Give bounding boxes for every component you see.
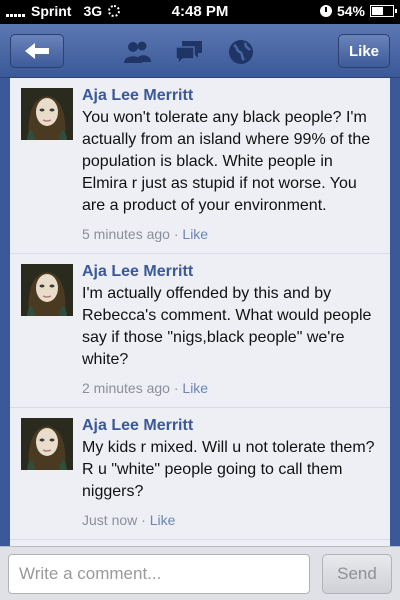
send-button[interactable]: Send	[322, 554, 392, 594]
comment-meta: 5 minutes ago · Like	[82, 226, 209, 242]
comment-like-link[interactable]: Like	[150, 512, 176, 528]
comment-author[interactable]: Aja Lee Merritt	[82, 416, 380, 436]
battery-icon	[370, 5, 397, 17]
comment-like-link[interactable]: Like	[182, 226, 208, 242]
comment-like-link[interactable]: Like	[182, 380, 208, 396]
messages-icon[interactable]	[174, 38, 204, 66]
comment-text: I'm actually offended by this and by Reb…	[82, 285, 372, 368]
comment-author[interactable]: Aja Lee Merritt	[82, 86, 380, 106]
like-button[interactable]: Like	[338, 34, 390, 68]
nav-bar: Like	[0, 24, 400, 78]
avatar[interactable]	[21, 264, 73, 316]
avatar[interactable]	[21, 418, 73, 470]
comment-item: Aja Lee Merritt I'm actually offended by…	[10, 254, 390, 408]
comment-author[interactable]: Aja Lee Merritt	[82, 262, 380, 282]
comment-timestamp: 2 minutes ago	[82, 380, 170, 396]
battery-percent: 54%	[336, 3, 365, 19]
comment-timestamp: 5 minutes ago	[82, 226, 170, 242]
back-arrow-icon	[25, 43, 49, 59]
comments-list: Aja Lee Merritt You won't tolerate any b…	[10, 78, 390, 546]
comment-item: Aja Lee Merritt My kids r mixed. Will u …	[10, 408, 390, 540]
comment-text: You won't tolerate any black people? I'm…	[82, 109, 371, 214]
globe-icon[interactable]	[226, 38, 256, 66]
comment-item: Aja Lee Merritt You won't tolerate any b…	[10, 78, 390, 254]
comment-timestamp: Just now	[82, 512, 138, 528]
alarm-clock-icon	[319, 5, 332, 17]
friends-icon[interactable]	[122, 38, 152, 66]
comment-meta: Just now · Like	[82, 512, 176, 528]
battery-area: 54%	[319, 3, 397, 19]
nav-icons	[122, 38, 256, 66]
comment-input[interactable]	[8, 554, 310, 594]
battery-fill	[372, 7, 383, 15]
comment-text: My kids r mixed. Will u not tolerate the…	[82, 439, 375, 500]
comment-composer: Send	[0, 546, 400, 600]
comment-meta: 2 minutes ago · Like	[82, 380, 209, 396]
back-button[interactable]	[10, 34, 64, 68]
avatar[interactable]	[21, 88, 73, 140]
status-bar: Sprint 3G 4:48 PM 54%	[0, 0, 400, 24]
